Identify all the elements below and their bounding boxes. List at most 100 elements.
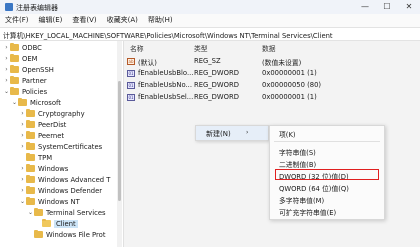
column-type[interactable]: 类型 [194, 43, 208, 53]
tree-item-terminal-services[interactable]: ⌄ Terminal Services [27, 207, 106, 218]
menu-edit[interactable]: 编辑(E) [34, 14, 68, 27]
folder-icon [26, 175, 35, 183]
folder-icon [34, 208, 43, 216]
chevron-right-icon[interactable]: › [3, 55, 10, 62]
dword-highlight-box [275, 169, 379, 180]
close-button[interactable]: ✕ [398, 0, 420, 14]
new-label: 新建(N) [206, 130, 231, 138]
tree-item-windows-defender[interactable]: › Windows Defender [19, 185, 102, 196]
tree-item-microsoft[interactable]: ⌄ Microsoft [11, 97, 61, 108]
value-row[interactable]: 01 fEnableUsbNo... REG_DWORD 0x00000050 … [124, 80, 420, 91]
menu-separator [274, 141, 380, 142]
tree-item-policies[interactable]: ⌄ Policies [3, 86, 47, 97]
value-name: fEnableUsbNo... [138, 81, 192, 89]
submenu-item-label: 可扩充字符串值(E) [279, 209, 337, 217]
tree-item-windows-nt[interactable]: ⌄ Windows NT [19, 196, 80, 207]
tree-item-odbc[interactable]: › ODBC [3, 42, 42, 53]
value-data: (数值未设置) [262, 59, 302, 67]
minimize-button[interactable]: — [354, 0, 376, 14]
chevron-down-icon[interactable]: ⌄ [3, 88, 10, 95]
values-header: 名称 类型 数据 [124, 43, 420, 53]
tree-item-peernet[interactable]: › Peernet [19, 130, 64, 141]
tree-item-cryptography[interactable]: › Cryptography [19, 108, 85, 119]
folder-icon [26, 109, 35, 117]
tree-scrollbar[interactable] [117, 41, 122, 247]
tree-item-tpm[interactable]: TPM [19, 152, 52, 163]
submenu-item-key[interactable]: 项(K) [270, 128, 384, 139]
submenu-item-multi-string-value[interactable]: 多字符串值(M) [270, 194, 384, 205]
address-bar[interactable]: 计算机\HKEY_LOCAL_MACHINE\SOFTWARE\Policies… [0, 27, 420, 41]
tree-item-label: Client [54, 219, 78, 228]
chevron-right-icon[interactable]: › [19, 176, 26, 183]
string-value-icon: ab [127, 58, 135, 65]
chevron-right-icon[interactable]: › [19, 165, 26, 172]
chevron-down-icon[interactable]: ⌄ [19, 198, 26, 205]
tree-item-peerdist[interactable]: › PeerDist [19, 119, 66, 130]
chevron-right-icon[interactable]: › [19, 187, 26, 194]
folder-icon [26, 164, 35, 172]
scroll-thumb[interactable] [118, 81, 121, 201]
address-path[interactable]: 计算机\HKEY_LOCAL_MACHINE\SOFTWARE\Policies… [3, 30, 333, 40]
menu-bar: 文件(F) 编辑(E) 查看(V) 收藏夹(A) 帮助(H) [0, 14, 420, 27]
value-name: (默认) [138, 59, 157, 67]
tree-item-windows-file-prot[interactable]: Windows File Prot [27, 229, 105, 240]
menu-favorites[interactable]: 收藏夹(A) [102, 14, 143, 27]
window-title: 注册表编辑器 [16, 4, 58, 12]
chevron-down-icon[interactable]: ⌄ [27, 209, 34, 216]
menu-view[interactable]: 查看(V) [67, 14, 101, 27]
context-menu-new[interactable]: 新建(N) › [196, 126, 268, 140]
tree-item-partner[interactable]: › Partner [3, 75, 47, 86]
tree-item-label: ODBC [22, 43, 42, 52]
folder-icon [26, 153, 35, 161]
menu-help[interactable]: 帮助(H) [143, 14, 178, 27]
tree-item-label: Microsoft [30, 98, 61, 107]
tree-item-label: TPM [38, 153, 53, 162]
submenu-item-string-value[interactable]: 字符串值(S) [270, 146, 384, 157]
column-name[interactable]: 名称 [130, 43, 144, 53]
folder-icon [18, 98, 27, 106]
tree-item-windows-advanced[interactable]: › Windows Advanced T [19, 174, 110, 185]
tree-item-oem[interactable]: › OEM [3, 53, 38, 64]
folder-icon [10, 43, 19, 51]
menu-file[interactable]: 文件(F) [0, 14, 34, 27]
chevron-right-icon[interactable]: › [3, 44, 10, 51]
folder-icon [10, 87, 19, 95]
chevron-right-icon[interactable]: › [19, 121, 26, 128]
value-data: 0x00000001 (1) [262, 93, 317, 101]
dword-value-icon: 01 [127, 70, 135, 77]
value-row[interactable]: ab (默认) REG_SZ (数值未设置) [124, 56, 420, 67]
tree-item-label: Policies [22, 87, 48, 96]
folder-icon [26, 120, 35, 128]
value-name: fEnableUsbSel... [138, 93, 194, 101]
submenu-item-qword-value[interactable]: QWORD (64 位)值(Q) [270, 182, 384, 193]
tree-item-systemcertificates[interactable]: › SystemCertificates [19, 141, 102, 152]
tree-item-label: Cryptography [38, 109, 85, 118]
tree-item-label: Windows File Prot [46, 230, 106, 239]
submenu-item-label: 二进制值(B) [279, 161, 317, 169]
value-type: REG_DWORD [194, 93, 239, 101]
chevron-right-icon[interactable]: › [3, 66, 10, 73]
submenu-item-binary-value[interactable]: 二进制值(B) [270, 158, 384, 169]
tree-item-openssh[interactable]: › OpenSSH [3, 64, 54, 75]
value-row[interactable]: 01 fEnableUsbSel... REG_DWORD 0x00000001… [124, 92, 420, 103]
folder-icon [10, 76, 19, 84]
folder-icon [10, 54, 19, 62]
chevron-right-icon[interactable]: › [19, 110, 26, 117]
column-data[interactable]: 数据 [262, 43, 276, 53]
tree-item-label: PeerDist [38, 120, 67, 129]
tree-item-client[interactable]: Client [35, 218, 78, 229]
window-controls: — ☐ ✕ [354, 0, 420, 14]
tree-item-label: Partner [22, 76, 47, 85]
chevron-right-icon[interactable]: › [19, 143, 26, 150]
submenu-item-label: 项(K) [279, 131, 296, 139]
chevron-right-icon[interactable]: › [3, 77, 10, 84]
value-row[interactable]: 01 fEnableUsbBlo... REG_DWORD 0x00000001… [124, 68, 420, 79]
tree-item-label: Windows Advanced T [38, 175, 111, 184]
maximize-button[interactable]: ☐ [376, 0, 398, 14]
tree-item-windows[interactable]: › Windows [19, 163, 68, 174]
chevron-right-icon[interactable]: › [19, 132, 26, 139]
tree-item-label: Windows Defender [38, 186, 103, 195]
chevron-down-icon[interactable]: ⌄ [11, 99, 18, 106]
submenu-item-label: QWORD (64 位)值(Q) [279, 185, 349, 193]
submenu-item-expandable-string-value[interactable]: 可扩充字符串值(E) [270, 206, 384, 217]
